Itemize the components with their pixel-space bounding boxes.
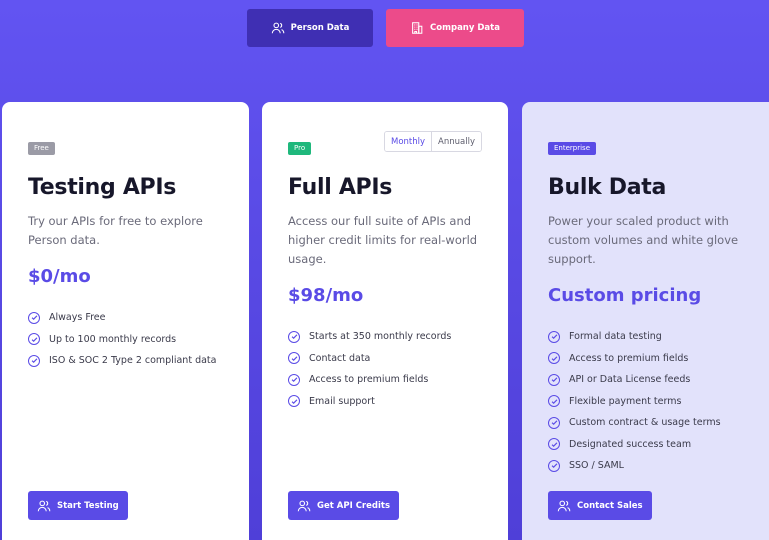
- feature-label: Formal data testing: [569, 331, 662, 343]
- start-testing-button[interactable]: Start Testing: [28, 491, 128, 520]
- feature-label: Access to premium fields: [569, 352, 689, 364]
- users-icon: [557, 500, 571, 511]
- cta-label: Get API Credits: [317, 500, 391, 511]
- feature-label: Custom contract & usage terms: [569, 417, 721, 429]
- plan-title: Testing APIs: [28, 175, 177, 200]
- billing-period-toggle: Monthly Annually: [384, 131, 482, 152]
- billing-monthly-option[interactable]: Monthly: [385, 132, 433, 151]
- check-circle-icon: [288, 352, 300, 365]
- users-icon: [271, 22, 284, 34]
- check-circle-icon: [548, 395, 560, 408]
- check-circle-icon: [548, 330, 560, 343]
- data-type-toggle: Person Data Company Data: [247, 9, 524, 47]
- plan-title: Bulk Data: [548, 175, 667, 200]
- list-item: Starts at 350 monthly records: [288, 326, 482, 348]
- list-item: Up to 100 monthly records: [28, 329, 223, 351]
- feature-label: Contact data: [309, 352, 371, 364]
- plan-title: Full APIs: [288, 175, 393, 200]
- cta-label: Start Testing: [57, 500, 119, 511]
- check-circle-icon: [28, 354, 40, 367]
- get-api-credits-button[interactable]: Get API Credits: [288, 491, 400, 520]
- person-data-tab[interactable]: Person Data: [247, 9, 373, 47]
- list-item: Always Free: [28, 307, 223, 329]
- list-item: Designated success team: [548, 434, 756, 456]
- list-item: Custom contract & usage terms: [548, 412, 756, 434]
- feature-label: ISO & SOC 2 Type 2 compliant data: [49, 355, 217, 367]
- contact-sales-button[interactable]: Contact Sales: [548, 491, 652, 520]
- feature-label: Email support: [309, 395, 375, 407]
- check-circle-icon: [548, 352, 560, 365]
- list-item: Flexible payment terms: [548, 391, 756, 413]
- users-icon: [297, 500, 311, 511]
- check-circle-icon: [28, 333, 40, 346]
- person-data-label: Person Data: [290, 23, 350, 33]
- check-circle-icon: [548, 373, 560, 386]
- plan-card-bulk: Enterprise Bulk Data Power your scaled p…: [522, 102, 769, 540]
- list-item: ISO & SOC 2 Type 2 compliant data: [28, 350, 223, 372]
- cta-label: Contact Sales: [577, 500, 643, 511]
- list-item: API or Data License feeds: [548, 369, 756, 391]
- check-circle-icon: [28, 311, 40, 324]
- plan-description: Access our full suite of APIs and higher…: [288, 214, 478, 266]
- check-circle-icon: [288, 395, 300, 408]
- check-circle-icon: [548, 459, 560, 472]
- check-circle-icon: [548, 438, 560, 451]
- plan-card-full: Pro Monthly Annually Full APIs Access ou…: [262, 102, 508, 540]
- list-item: Access to premium fields: [548, 348, 756, 370]
- feature-label: Starts at 350 monthly records: [309, 331, 452, 343]
- company-data-tab[interactable]: Company Data: [386, 9, 524, 47]
- plan-badge: Free: [28, 142, 55, 155]
- feature-label: Always Free: [49, 312, 106, 324]
- plan-badge: Pro: [288, 142, 312, 155]
- check-circle-icon: [288, 373, 300, 386]
- list-item: SSO / SAML: [548, 455, 756, 477]
- plan-badge: Enterprise: [548, 142, 597, 155]
- feature-list: Formal data testing Access to premium fi…: [548, 326, 756, 477]
- users-icon: [37, 500, 51, 511]
- feature-list: Always Free Up to 100 monthly records IS…: [28, 307, 223, 372]
- list-item: Contact data: [288, 348, 482, 370]
- feature-label: Up to 100 monthly records: [49, 333, 177, 345]
- company-data-label: Company Data: [430, 23, 500, 33]
- plan-description: Try our APIs for free to explore Person …: [28, 214, 203, 247]
- list-item: Formal data testing: [548, 326, 756, 348]
- feature-list: Starts at 350 monthly records Contact da…: [288, 326, 482, 412]
- check-circle-icon: [288, 330, 300, 343]
- feature-label: Flexible payment terms: [569, 395, 682, 407]
- billing-annually-option[interactable]: Annually: [432, 132, 481, 151]
- plan-price: $0/mo: [28, 266, 91, 287]
- check-circle-icon: [548, 416, 560, 429]
- plan-price: $98/mo: [288, 285, 364, 306]
- list-item: Email support: [288, 391, 482, 413]
- feature-label: SSO / SAML: [569, 460, 624, 472]
- plan-description: Power your scaled product with custom vo…: [548, 214, 739, 266]
- plan-card-testing: Free Testing APIs Try our APIs for free …: [2, 102, 249, 540]
- list-item: Access to premium fields: [288, 369, 482, 391]
- plan-price: Custom pricing: [548, 285, 702, 306]
- feature-label: API or Data License feeds: [569, 374, 691, 386]
- feature-label: Designated success team: [569, 438, 692, 450]
- building-icon: [412, 22, 423, 34]
- feature-label: Access to premium fields: [309, 374, 429, 386]
